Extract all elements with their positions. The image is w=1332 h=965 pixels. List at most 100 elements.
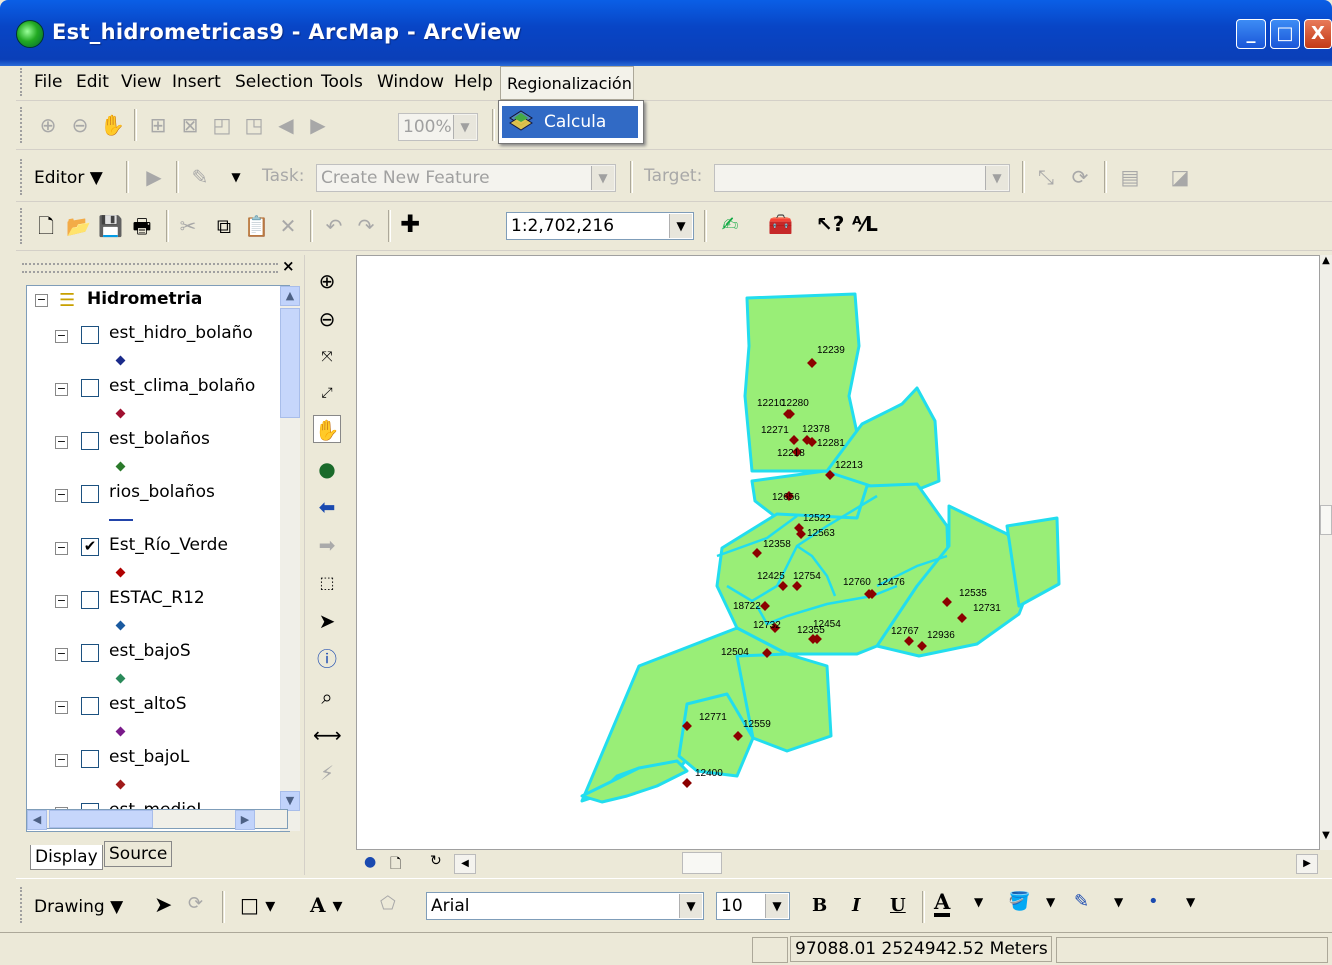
toc-vertical-scrollbar[interactable]: ▲ ▼ — [280, 286, 300, 831]
editor-menu[interactable]: Editor ▼ — [34, 168, 103, 188]
add-data-icon[interactable]: ✚ — [398, 212, 422, 236]
copy-icon[interactable]: ⧉ — [212, 214, 236, 238]
save-icon[interactable]: 💾 — [98, 214, 123, 238]
fixed-zoom-in-icon[interactable]: ⤧ — [313, 343, 341, 371]
layer-name[interactable]: est_bajoS — [109, 641, 191, 661]
rectangle-icon[interactable]: □ ▾ — [240, 893, 275, 917]
layer-visibility-checkbox[interactable] — [81, 750, 99, 768]
layer-name[interactable]: Est_Río_Verde — [109, 535, 228, 555]
fixed-zoom-in-icon[interactable]: ◰ — [210, 113, 234, 137]
new-document-icon[interactable]: 🗋 — [34, 214, 58, 238]
map-scroll-left[interactable]: ◀ — [454, 854, 476, 874]
forward-extent-icon[interactable]: ▶ — [306, 113, 330, 137]
layer-expander[interactable]: − — [55, 489, 68, 502]
identify-icon[interactable]: ⓘ — [313, 645, 341, 673]
fixed-zoom-out-icon[interactable]: ⤢ — [313, 379, 341, 407]
close-button[interactable]: X — [1304, 19, 1332, 49]
fill-color-icon[interactable]: 🪣 — [1008, 891, 1030, 912]
fill-color-dropdown-icon[interactable]: ▼ — [1046, 895, 1055, 909]
undo-icon[interactable]: ↶ — [322, 214, 346, 238]
scroll-thumb[interactable] — [280, 308, 300, 418]
underline-button[interactable]: U — [890, 895, 906, 916]
redo-icon[interactable]: ↷ — [354, 214, 378, 238]
fixed-zoom-out-icon[interactable]: ◳ — [242, 113, 266, 137]
layer-visibility-checkbox[interactable] — [81, 591, 99, 609]
line-color-icon[interactable]: ✎ — [1074, 891, 1089, 912]
print-icon[interactable]: 🖶 — [130, 214, 154, 238]
line-color-dropdown-icon[interactable]: ▼ — [1114, 895, 1123, 909]
italic-button[interactable]: I — [852, 895, 860, 916]
layer-expander[interactable]: − — [55, 648, 68, 661]
station-marker[interactable] — [682, 778, 692, 788]
layer-item[interactable]: − est_bajoS — [27, 638, 287, 691]
cut-icon[interactable]: ✂ — [176, 214, 200, 238]
hyperlink-icon[interactable]: ⚡ — [313, 759, 341, 787]
map-scroll-right[interactable]: ▶ — [1296, 854, 1318, 874]
menu-file[interactable]: File — [34, 72, 62, 92]
tab-source[interactable]: Source — [104, 841, 173, 867]
back-extent-icon[interactable]: ◀ — [274, 113, 298, 137]
split-tool-icon[interactable]: ⤡ — [1034, 165, 1058, 189]
layer-name[interactable]: est_altoS — [109, 694, 186, 714]
tab-display[interactable]: Display — [30, 845, 103, 870]
root-layer-name[interactable]: Hidrometria — [87, 289, 202, 309]
menu-insert[interactable]: Insert — [172, 72, 221, 92]
layer-visibility-checkbox[interactable]: ✔ — [81, 538, 99, 556]
root-expander[interactable]: − — [35, 294, 48, 307]
spell-check-icon[interactable]: ᴬ⁄L — [852, 212, 878, 236]
delete-icon[interactable]: ✕ — [276, 214, 300, 238]
layer-name[interactable]: est_hidro_bolaño — [109, 323, 253, 343]
layer-visibility-checkbox[interactable] — [81, 432, 99, 450]
map-canvas[interactable]: 12239122101228012271 12378122811221812213… — [357, 256, 1320, 850]
layer-item[interactable]: − est_hidro_bolaño — [27, 320, 287, 373]
menu-window[interactable]: Window — [377, 72, 444, 92]
map-vertical-scrollbar[interactable]: ▲ ▼ — [1320, 255, 1332, 850]
find-binoculars-icon[interactable]: ⌕ — [313, 683, 341, 711]
scroll-right-button[interactable]: ▶ — [235, 810, 255, 830]
measure-icon[interactable]: ⟷ — [313, 721, 342, 749]
edit-tool-icon[interactable]: ▶ — [142, 165, 166, 189]
layer-expander[interactable]: − — [55, 701, 68, 714]
zoom-in-layout-icon[interactable]: ⊕ — [36, 113, 60, 137]
font-select[interactable]: Arial ▼ — [426, 892, 704, 920]
layer-expander[interactable]: − — [55, 542, 68, 555]
title-bar[interactable]: Est_hidrometricas9 - ArcMap - ArcView _ … — [0, 0, 1332, 66]
pan-layout-icon[interactable]: ✋ — [100, 113, 125, 137]
edit-vertices-icon[interactable]: ⬠ — [380, 893, 396, 914]
layer-name[interactable]: est_bolaños — [109, 429, 210, 449]
zoom-out-icon[interactable]: ⊖ — [313, 305, 341, 333]
marker-color-dropdown-icon[interactable]: ▼ — [1186, 895, 1195, 909]
paste-icon[interactable]: 📋 — [244, 214, 269, 238]
layer-item[interactable]: − rios_bolaños — [27, 479, 287, 532]
new-text-icon[interactable]: A ▾ — [310, 893, 343, 917]
layer-item[interactable]: − ESTAC_R12 — [27, 585, 287, 638]
font-size-select[interactable]: 10 ▼ — [716, 892, 790, 920]
layer-expander[interactable]: − — [55, 383, 68, 396]
scroll-left-button[interactable]: ◀ — [27, 810, 47, 830]
layout-view-icon[interactable]: 🗋 — [390, 853, 401, 877]
marker-color-icon[interactable]: • — [1148, 891, 1159, 912]
map-scroll-up[interactable]: ▲ — [1320, 255, 1332, 273]
bold-button[interactable]: B — [812, 895, 827, 916]
editor-toolbar-icon[interactable]: ✍ — [718, 212, 742, 236]
menu-selection[interactable]: Selection — [235, 72, 313, 92]
layer-visibility-checkbox[interactable] — [81, 379, 99, 397]
select-elements-arrow-icon[interactable]: ➤ — [154, 893, 172, 918]
target-select[interactable]: ▼ — [714, 164, 1010, 192]
layer-name[interactable]: est_bajoL — [109, 747, 189, 767]
zoom-100-icon[interactable]: ⊠ — [178, 113, 202, 137]
map-view[interactable]: 12239 12210 12280 12271 12378 12281 12218 12213… — [356, 255, 1320, 850]
sketch-dropdown-icon[interactable]: ▼ — [224, 165, 248, 189]
minimize-button[interactable]: _ — [1236, 19, 1266, 49]
layer-visibility-checkbox[interactable] — [81, 644, 99, 662]
scroll-up-button[interactable]: ▲ — [280, 286, 300, 306]
menu-regionalizacion[interactable]: Regionalización — [500, 66, 634, 100]
open-folder-icon[interactable]: 📂 — [66, 214, 91, 238]
rotate-tool-icon[interactable]: ⟳ — [1068, 165, 1092, 189]
layer-visibility-checkbox[interactable] — [81, 485, 99, 503]
hscroll-thumb[interactable] — [49, 810, 153, 828]
select-elements-icon[interactable]: ➤ — [313, 607, 341, 635]
map-vscroll-thumb[interactable] — [1320, 505, 1332, 535]
data-view-icon[interactable]: ● — [364, 854, 376, 870]
font-color-button[interactable]: A — [934, 891, 951, 917]
